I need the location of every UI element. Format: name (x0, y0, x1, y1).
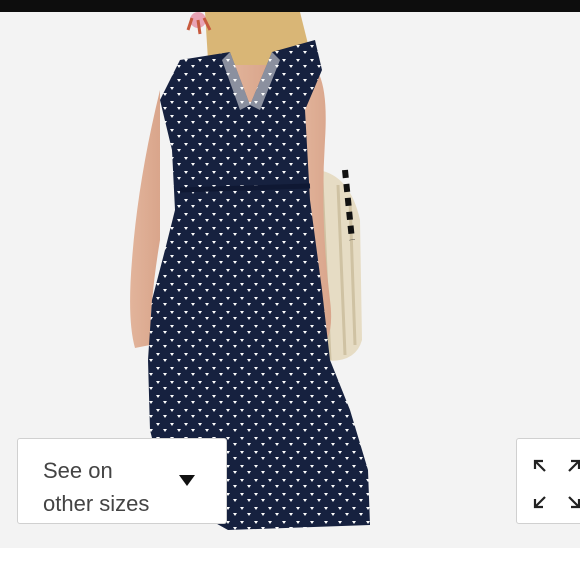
caret-down-icon (179, 475, 195, 486)
product-viewer: See on other sizes (0, 0, 580, 580)
expand-arrows-icon (533, 459, 580, 509)
top-bar (0, 0, 580, 12)
expand-image-button[interactable] (516, 438, 580, 524)
bottom-bar (0, 548, 580, 580)
see-other-sizes-dropdown[interactable]: See on other sizes (17, 438, 227, 524)
see-other-sizes-label: See on other sizes (43, 458, 150, 516)
